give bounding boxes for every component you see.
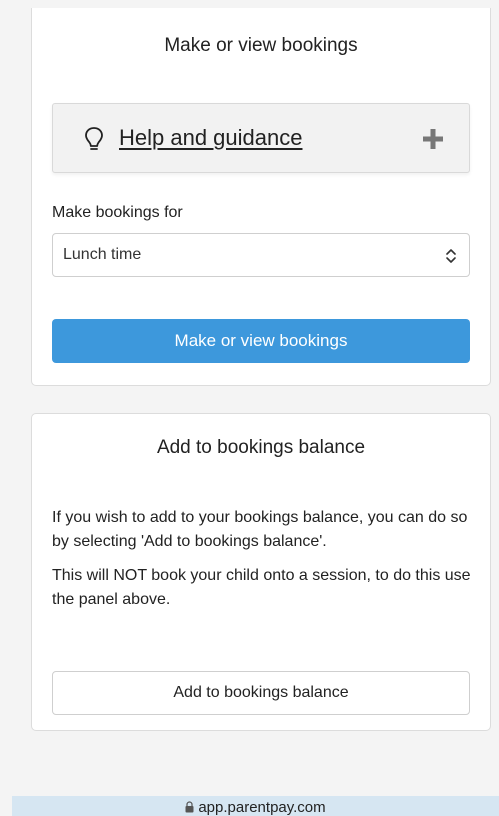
select-current-value: Lunch time xyxy=(63,246,142,263)
select-arrows-icon xyxy=(446,249,456,263)
lock-icon xyxy=(185,801,194,813)
browser-url-bar[interactable]: app.parentpay.com xyxy=(12,796,499,816)
bookings-panel-title: Make or view bookings xyxy=(164,35,358,56)
make-or-view-bookings-button[interactable]: Make or view bookings xyxy=(52,319,470,363)
add-to-bookings-balance-button[interactable]: Add to bookings balance xyxy=(52,671,470,715)
balance-warning-paragraph: This will NOT book your child onto a ses… xyxy=(52,567,471,608)
bookings-balance-title: Add to bookings balance xyxy=(156,437,366,458)
make-bookings-for-select[interactable]: Lunch time xyxy=(52,233,470,277)
page: Make or view bookings Help and guidance … xyxy=(0,0,499,816)
bookings-balance-panel: Add to bookings balance If you wish to a… xyxy=(31,413,491,731)
make-bookings-for-label: Make bookings for xyxy=(52,204,183,221)
help-guidance-panel[interactable]: Help and guidance xyxy=(52,103,470,173)
lightbulb-icon xyxy=(85,127,103,150)
help-guidance-link[interactable]: Help and guidance xyxy=(119,125,302,151)
url-display: app.parentpay.com xyxy=(12,799,499,816)
url-text: app.parentpay.com xyxy=(198,799,326,816)
bookings-panel: Make or view bookings Help and guidance … xyxy=(31,8,491,386)
balance-info-paragraph: If you wish to add to your bookings bala… xyxy=(52,509,468,550)
plus-icon[interactable] xyxy=(422,128,444,150)
